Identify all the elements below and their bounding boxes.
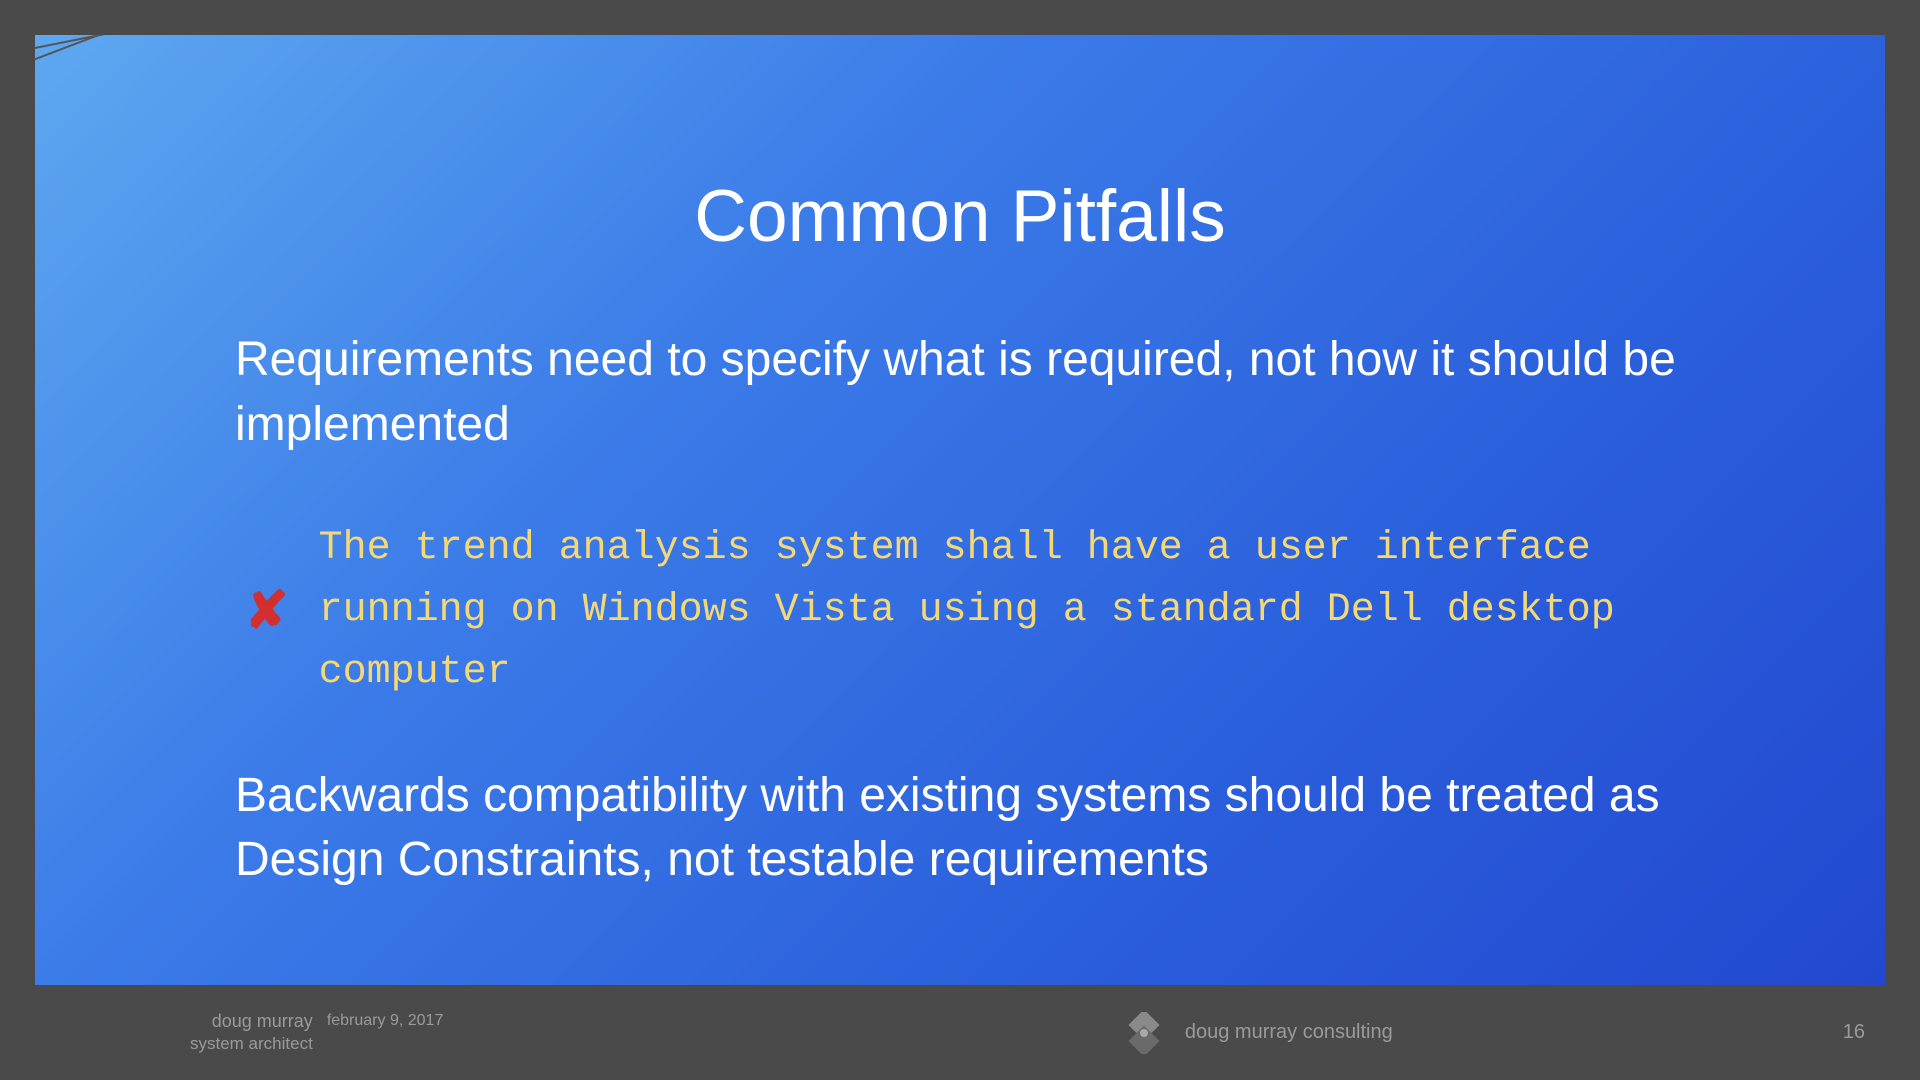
footer-date: february 9, 2017 (327, 1012, 444, 1030)
bad-example-block: ✘ The trend analysis system shall have a… (235, 518, 1685, 704)
x-mark-icon: ✘ (245, 581, 289, 641)
example-text: The trend analysis system shall have a u… (319, 518, 1685, 704)
paragraph-1: Requirements need to specify what is req… (235, 328, 1685, 458)
page-number: 16 (1843, 1021, 1865, 1044)
author-title: system architect (190, 1033, 313, 1055)
slide-title: Common Pitfalls (235, 175, 1685, 258)
footer-left: doug murray system architect february 9,… (190, 1010, 443, 1055)
author-block: doug murray system architect (190, 1010, 313, 1055)
slide: Common Pitfalls Requirements need to spe… (35, 35, 1885, 985)
footer-right: doug murray consulting 16 (1123, 1012, 1885, 1054)
company-name: doug murray consulting (1185, 1021, 1393, 1044)
author-name: doug murray (190, 1010, 313, 1033)
paragraph-2: Backwards compatibility with existing sy… (235, 764, 1685, 894)
footer: doug murray system architect february 9,… (0, 985, 1920, 1080)
slide-content: Common Pitfalls Requirements need to spe… (35, 35, 1885, 953)
company-logo-icon (1123, 1012, 1165, 1054)
